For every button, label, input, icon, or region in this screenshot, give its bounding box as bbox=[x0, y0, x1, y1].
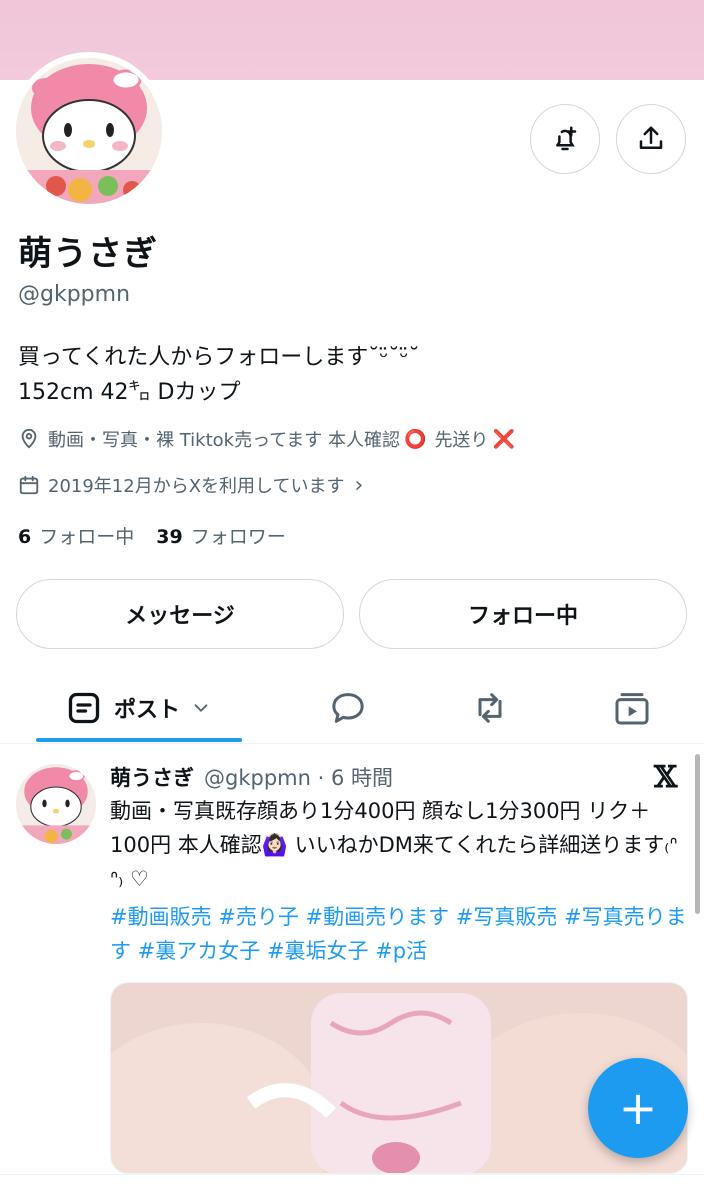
tweet-text: 動画・写真既存顔あり1分400円 顔なし1分300円 リク＋100円 本人確認🙆… bbox=[110, 799, 678, 891]
bio-line-2: 152cm 42㌔ Dカップ bbox=[18, 380, 241, 405]
location-pin-icon bbox=[21, 428, 37, 449]
bio-line-1: 買ってくれた人からフォローします˘ᵕ̈˘ᵕ̈˘ bbox=[18, 345, 420, 370]
tweet-handle-time: @gkppmn · 6 時間 bbox=[204, 766, 393, 790]
following-count: 6 bbox=[18, 526, 32, 548]
chevron-right-icon: › bbox=[354, 472, 364, 498]
followers-label: フォロワー bbox=[190, 526, 286, 548]
tweet-avatar[interactable] bbox=[16, 764, 96, 844]
tab-posts-label: ポスト bbox=[113, 698, 180, 723]
location-suffix: 先送り bbox=[434, 430, 489, 451]
bottom-navigation-bar bbox=[0, 1174, 704, 1200]
following-button[interactable]: フォロー中 bbox=[359, 579, 687, 649]
scrollbar[interactable] bbox=[695, 754, 700, 914]
tweet-header: 萌うさぎ @gkppmn · 6 時間 bbox=[110, 762, 393, 792]
tab-posts[interactable]: ポスト bbox=[36, 672, 242, 744]
post-icon bbox=[68, 692, 100, 724]
profile-name: 萌うさぎ bbox=[18, 234, 158, 274]
bell-plus-icon bbox=[556, 126, 577, 151]
profile-joined[interactable]: 2019年12月からXを利用しています › bbox=[18, 472, 363, 498]
following-link[interactable]: 6 フォロー中 bbox=[18, 522, 134, 549]
share-profile-button[interactable] bbox=[616, 104, 686, 174]
profile-avatar[interactable] bbox=[10, 52, 168, 210]
profile-tabs: ポスト bbox=[0, 672, 704, 744]
share-icon bbox=[639, 126, 663, 149]
tab-media[interactable] bbox=[600, 672, 664, 744]
avatar-illustration bbox=[16, 58, 162, 204]
ok-mark: ⭕ bbox=[404, 428, 427, 450]
chevron-down-icon bbox=[194, 704, 208, 712]
repost-icon bbox=[478, 693, 502, 723]
avatar-illustration bbox=[16, 764, 96, 844]
profile-handle: @gkppmn bbox=[18, 282, 131, 307]
compose-post-button[interactable]: + bbox=[588, 1058, 688, 1158]
profile-bio: 買ってくれた人からフォローします˘ᵕ̈˘ᵕ̈˘ 152cm 42㌔ Dカップ bbox=[18, 340, 688, 410]
profile-location: 動画・写真・裸 Tiktok売ってます 本人確認 ⭕ 先送り ❌ bbox=[18, 426, 515, 452]
location-text: 動画・写真・裸 Tiktok売ってます 本人確認 bbox=[48, 430, 401, 451]
followers-count: 39 bbox=[156, 526, 183, 548]
follow-stats: 6 フォロー中 39 フォロワー bbox=[18, 522, 286, 549]
followers-link[interactable]: 39 フォロワー bbox=[156, 522, 285, 549]
media-icon bbox=[615, 693, 649, 725]
joined-text: 2019年12月からXを利用しています bbox=[48, 476, 345, 497]
message-button[interactable]: メッセージ bbox=[16, 579, 344, 649]
calendar-icon bbox=[19, 475, 39, 495]
x-logo-icon: 𝕏 bbox=[654, 760, 678, 795]
tab-reposts[interactable] bbox=[458, 672, 522, 744]
active-tab-indicator bbox=[36, 738, 242, 742]
ng-mark: ❌ bbox=[492, 428, 515, 450]
tweet-hashtags[interactable]: #動画販売 #売り子 #動画売ります #写真販売 #写真売ります #裏アカ女子 … bbox=[110, 900, 690, 968]
tweet-author-name[interactable]: 萌うさぎ bbox=[110, 762, 194, 792]
reply-bubble-icon bbox=[332, 693, 364, 723]
notification-subscribe-button[interactable] bbox=[530, 104, 600, 174]
tab-replies[interactable] bbox=[316, 672, 380, 744]
following-label: フォロー中 bbox=[39, 526, 135, 548]
